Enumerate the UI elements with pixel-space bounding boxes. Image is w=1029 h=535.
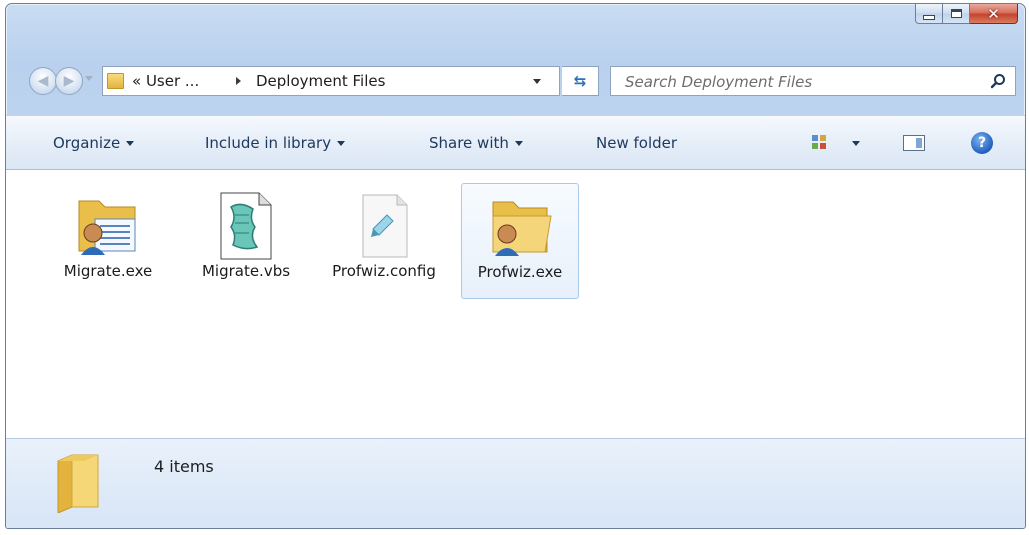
file-name: Migrate.exe — [63, 262, 153, 280]
file-name: Profwiz.exe — [477, 263, 563, 281]
share-with-label: Share with — [429, 134, 509, 152]
breadcrumb-separator-icon[interactable] — [236, 77, 241, 85]
refresh-icon: ⇆ — [573, 72, 587, 90]
folder-icon — [57, 454, 99, 513]
folder-icon — [107, 73, 124, 89]
maximize-icon — [950, 9, 962, 18]
maximize-button[interactable] — [943, 4, 970, 24]
caption-buttons: ✕ — [915, 4, 1018, 24]
recent-pages-dropdown-icon[interactable] — [85, 76, 93, 81]
close-icon: ✕ — [987, 4, 1000, 23]
forward-button[interactable]: ▶ — [55, 67, 83, 95]
file-item-profwiz-config[interactable]: Profwiz.config — [325, 183, 443, 282]
refresh-button[interactable]: ⇆ — [562, 66, 599, 96]
minimize-button[interactable] — [915, 4, 943, 24]
share-with-menu[interactable]: Share with — [429, 134, 523, 152]
back-arrow-icon: ◀ — [37, 73, 49, 89]
include-in-library-menu[interactable]: Include in library — [205, 134, 346, 152]
back-button[interactable]: ◀ — [29, 67, 57, 95]
chevron-down-icon — [337, 141, 346, 146]
help-icon[interactable]: ? — [971, 132, 993, 154]
script-file-icon — [220, 192, 272, 260]
address-history-dropdown-icon[interactable] — [533, 79, 541, 84]
file-item-profwiz-exe[interactable]: Profwiz.exe — [461, 183, 579, 299]
search-input[interactable] — [623, 71, 977, 93]
organize-label: Organize — [53, 134, 121, 152]
file-item-migrate-vbs[interactable]: Migrate.vbs — [187, 183, 305, 282]
breadcrumb-current[interactable]: Deployment Files — [256, 72, 385, 90]
file-item-migrate-exe[interactable]: Migrate.exe — [49, 183, 167, 282]
breadcrumb-overflow[interactable]: « User ... — [132, 72, 199, 90]
new-folder-button[interactable]: New folder — [596, 134, 677, 152]
item-count: 4 items — [154, 457, 214, 476]
search-box — [610, 66, 1016, 96]
view-options-dropdown-icon[interactable] — [852, 141, 860, 146]
file-name: Profwiz.config — [332, 262, 436, 280]
file-list: Migrate.exe Migrate.vbs Profwiz.config P… — [6, 170, 1025, 438]
details-pane: 4 items — [6, 438, 1025, 528]
command-bar: Organize Include in library Share with N… — [6, 115, 1025, 170]
config-file-icon — [362, 194, 408, 258]
address-bar[interactable]: « User ... Deployment Files — [102, 66, 560, 96]
user-folder-doc-icon — [78, 200, 136, 255]
change-view-icon[interactable] — [811, 134, 827, 150]
preview-pane-icon[interactable] — [903, 135, 925, 151]
include-in-library-label: Include in library — [205, 134, 332, 152]
explorer-window: ✕ ◀ ▶ « User ... Deployment Files ⇆ Sear… — [5, 3, 1026, 529]
navigation-bar: ◀ ▶ « User ... Deployment Files ⇆ — [6, 64, 1025, 104]
forward-arrow-icon: ▶ — [63, 73, 75, 89]
search-icon[interactable] — [990, 73, 1006, 89]
new-folder-label: New folder — [596, 134, 678, 152]
file-name: Migrate.vbs — [201, 262, 291, 280]
close-button[interactable]: ✕ — [970, 4, 1018, 24]
user-folder-icon — [492, 201, 552, 256]
chevron-down-icon — [126, 141, 135, 146]
chevron-down-icon — [514, 141, 523, 146]
organize-menu[interactable]: Organize — [53, 134, 135, 152]
minimize-icon — [923, 14, 935, 20]
